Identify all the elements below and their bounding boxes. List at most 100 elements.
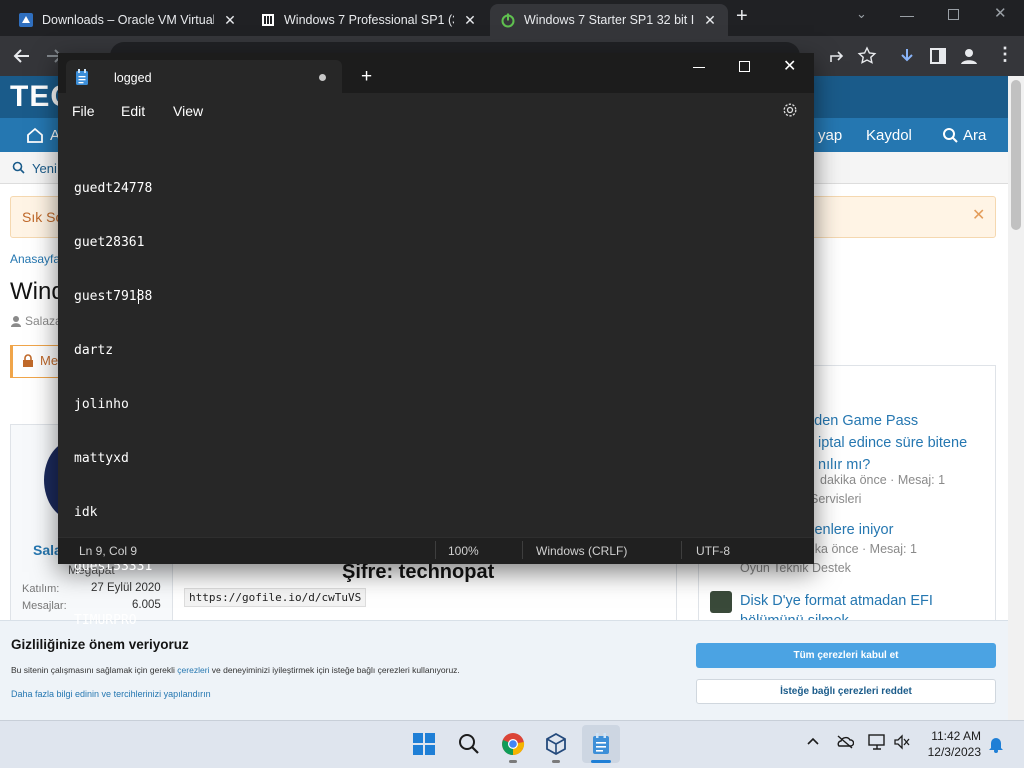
- download-icon[interactable]: [895, 44, 919, 68]
- network-icon[interactable]: [868, 734, 886, 750]
- tab-search-icon[interactable]: ⌄: [856, 6, 867, 22]
- menu-view[interactable]: View: [173, 103, 203, 119]
- sidebar-item-1-meta: dakika önce · Mesaj: 1: [820, 473, 946, 487]
- sidebar-item-3-thumbnail[interactable]: [710, 591, 732, 613]
- notepad-new-tab-button[interactable]: +: [361, 66, 372, 88]
- notepad-maximize-icon[interactable]: [739, 61, 750, 72]
- status-zoom[interactable]: 100%: [448, 544, 479, 558]
- accept-cookies-button[interactable]: Tüm çerezleri kabul et: [696, 643, 996, 668]
- text-line: idk: [74, 505, 98, 520]
- dismiss-notice-icon[interactable]: ✕: [972, 205, 985, 225]
- close-tab-icon[interactable]: ✕: [462, 12, 478, 29]
- home-icon[interactable]: [26, 126, 44, 144]
- text-line: guest79188: [74, 289, 153, 304]
- running-indicator: [509, 760, 517, 763]
- cookie-text-b: ve deneyiminizi iyileştirmek için isteğe…: [209, 665, 460, 675]
- user-icon: [10, 315, 22, 327]
- bookmark-star-icon[interactable]: [855, 44, 879, 68]
- side-panel-icon[interactable]: [926, 44, 950, 68]
- share-icon[interactable]: [826, 44, 850, 68]
- joined-label: Katılım:: [22, 583, 60, 595]
- sidebar-item-3-title[interactable]: Disk D'ye format atmadan EFI bölümünü si…: [740, 591, 933, 621]
- notification-bell-icon[interactable]: [988, 735, 1004, 753]
- text-line: guet28361: [74, 235, 145, 250]
- browser-tab-downloads[interactable]: Downloads – Oracle VM VirtualBox ✕: [8, 4, 248, 36]
- status-encoding[interactable]: UTF-8: [696, 544, 730, 558]
- new-posts-icon: [12, 161, 25, 174]
- notepad-text-area[interactable]: [58, 129, 814, 537]
- clock-date[interactable]: 12/3/2023: [925, 745, 981, 759]
- notepad-taskbar-icon[interactable]: [582, 725, 620, 763]
- sidebar-item-2-title[interactable]: ilenlere iniyor: [808, 522, 893, 538]
- close-tab-icon[interactable]: ✕: [222, 12, 238, 29]
- new-tab-button[interactable]: +: [736, 5, 748, 28]
- notepad-text-content[interactable]: guedt24778 guet28361 guest79188 dartz jo…: [74, 144, 152, 648]
- notepad-tab[interactable]: [66, 60, 342, 94]
- restore-window-icon[interactable]: [948, 9, 959, 20]
- text-line: dartz: [74, 343, 114, 358]
- sidebar-item-2-meta: ika önce · Mesaj: 1: [812, 542, 917, 556]
- post-link[interactable]: https://gofile.io/d/cwTuVS: [184, 588, 367, 607]
- text-line: jolinho: [74, 397, 129, 412]
- close-tab-icon[interactable]: ✕: [702, 12, 718, 29]
- browser-tab-win7-pro[interactable]: Windows 7 Professional SP1 (32 ✕: [250, 4, 488, 36]
- status-divider: [435, 541, 436, 559]
- back-icon[interactable]: [10, 44, 34, 68]
- cookie-link[interactable]: çerezleri: [177, 665, 209, 675]
- virtualbox-icon: [18, 12, 34, 28]
- running-indicator: [552, 760, 560, 763]
- search-icon[interactable]: [942, 127, 958, 143]
- message-button-label: Me: [40, 353, 59, 368]
- active-indicator: [591, 760, 611, 763]
- chevron-up-icon[interactable]: [806, 734, 820, 748]
- close-window-icon[interactable]: ✕: [994, 4, 1007, 22]
- profile-icon[interactable]: [957, 44, 981, 68]
- onedrive-icon[interactable]: [836, 734, 854, 750]
- cookie-more-link[interactable]: Daha fazla bilgi edinin ve tercihleriniz…: [11, 689, 211, 699]
- notepad-minimize-icon[interactable]: [693, 67, 705, 68]
- start-windows-icon[interactable]: [408, 728, 440, 760]
- text-line: mattyxd: [74, 451, 129, 466]
- breadcrumb[interactable]: Anasayfa: [10, 252, 60, 266]
- status-position[interactable]: Ln 9, Col 9: [79, 544, 137, 558]
- notepad-menubar: [58, 93, 814, 129]
- unsaved-dot-icon[interactable]: [319, 74, 326, 81]
- power-icon: [500, 12, 516, 28]
- sidebar-item-1-title[interactable]: m eden Game Pass iptal edince süre biten…: [790, 410, 967, 476]
- more-menu-icon[interactable]: ⋮: [996, 44, 1014, 65]
- cookie-text-a: Bu sitenin çalışmasını sağlamak için ger…: [11, 665, 178, 675]
- menu-file[interactable]: File: [72, 103, 95, 119]
- new-posts-link[interactable]: Yeni: [32, 161, 57, 176]
- notepad-close-icon[interactable]: ✕: [783, 56, 796, 76]
- title-line: Disk D'ye format atmadan EFI: [740, 593, 933, 609]
- sidebar-item-1-forum[interactable]: Servisleri: [810, 492, 861, 506]
- browser-tab-win7-starter[interactable]: Windows 7 Starter SP1 32 bit ISO ✕: [490, 4, 728, 36]
- menu-edit[interactable]: Edit: [121, 103, 145, 119]
- reject-cookies-button[interactable]: İsteğe bağlı çerezleri reddet: [696, 679, 996, 704]
- volume-muted-icon[interactable]: [893, 734, 911, 750]
- scrollbar-thumb[interactable]: [1011, 80, 1021, 230]
- search-icon[interactable]: [453, 728, 485, 760]
- text-line: TIMURPRO: [74, 613, 137, 628]
- settings-gear-icon[interactable]: [782, 102, 798, 118]
- text-line: guedt24778: [74, 181, 153, 196]
- text-caret: [138, 289, 139, 304]
- archive-icon: [260, 12, 276, 28]
- status-line-ending[interactable]: Windows (CRLF): [536, 544, 627, 558]
- nav-search[interactable]: Ara: [963, 127, 986, 144]
- nav-login[interactable]: yap: [818, 127, 842, 144]
- nav-register[interactable]: Kaydol: [866, 127, 912, 144]
- title-line: m eden Game Pass: [790, 413, 919, 429]
- status-divider: [522, 541, 523, 559]
- title-line: iptal edince süre bitene: [818, 435, 968, 451]
- tab-title: Windows 7 Starter SP1 32 bit ISO: [524, 13, 694, 27]
- notepad-tab-title: logged: [114, 71, 152, 85]
- chrome-icon[interactable]: [497, 728, 529, 760]
- clock-time[interactable]: 11:42 AM: [925, 729, 981, 743]
- virtualbox-icon[interactable]: [540, 728, 572, 760]
- thread-author[interactable]: Salaza: [25, 314, 62, 328]
- status-divider: [681, 541, 682, 559]
- tab-title: Windows 7 Professional SP1 (32: [284, 13, 454, 27]
- minimize-window-icon[interactable]: [900, 16, 914, 17]
- tab-title: Downloads – Oracle VM VirtualBox: [42, 13, 214, 27]
